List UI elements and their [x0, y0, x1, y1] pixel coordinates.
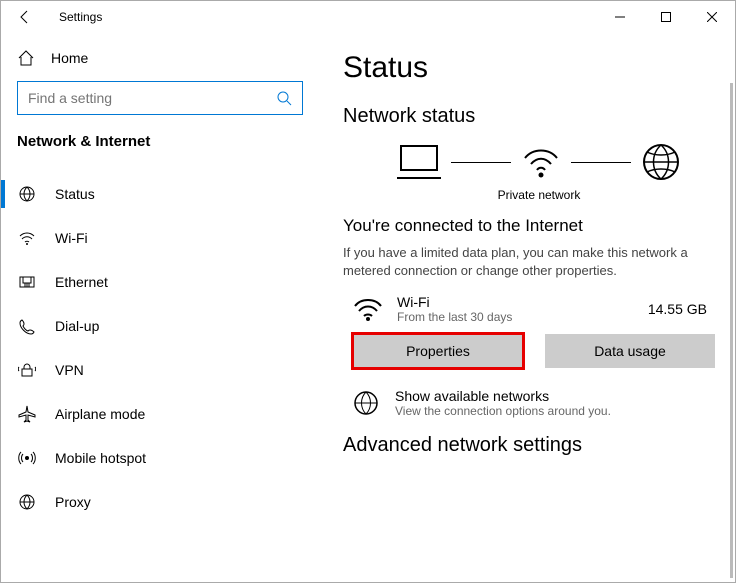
nav-label: Ethernet	[55, 274, 108, 290]
show-networks-sub: View the connection options around you.	[395, 404, 611, 418]
wifi-signal-icon	[521, 144, 561, 180]
pc-icon	[397, 144, 441, 180]
show-networks-title: Show available networks	[395, 388, 611, 404]
globe-icon	[353, 390, 379, 416]
dialup-icon	[17, 317, 37, 335]
section-header: Network & Internet	[1, 133, 319, 160]
section-title: Network status	[343, 105, 735, 128]
maximize-button[interactable]	[643, 1, 689, 33]
nav-label: Status	[55, 186, 95, 202]
nav-ethernet[interactable]: Ethernet	[1, 260, 319, 304]
hotspot-icon	[17, 449, 37, 467]
sidebar: Home Network & Internet Status	[1, 33, 319, 582]
globe-icon	[641, 142, 681, 182]
settings-window: Settings Home Network	[0, 0, 736, 583]
connected-description: If you have a limited data plan, you can…	[343, 244, 713, 280]
wifi-icon	[353, 296, 383, 322]
connector-line	[451, 162, 511, 163]
nav-dialup[interactable]: Dial-up	[1, 304, 319, 348]
connected-heading: You're connected to the Internet	[343, 216, 735, 236]
data-usage-button[interactable]: Data usage	[545, 334, 715, 368]
wifi-icon	[17, 229, 37, 247]
proxy-icon	[17, 493, 37, 511]
window-title: Settings	[59, 10, 102, 24]
status-icon	[17, 185, 37, 203]
nav-proxy[interactable]: Proxy	[1, 480, 319, 524]
search-icon	[276, 90, 292, 106]
close-button[interactable]	[689, 1, 735, 33]
connection-data: 14.55 GB	[648, 301, 707, 317]
connection-period: From the last 30 days	[397, 310, 512, 324]
nav-label: Proxy	[55, 494, 91, 510]
diagram-caption: Private network	[343, 188, 735, 202]
main-content: Status Network status Private network Yo…	[319, 33, 735, 582]
airplane-icon	[17, 405, 37, 423]
nav-airplane[interactable]: Airplane mode	[1, 392, 319, 436]
connection-row: Wi-Fi From the last 30 days 14.55 GB	[343, 294, 735, 324]
home-icon	[17, 49, 37, 67]
network-diagram	[343, 142, 735, 182]
nav-label: VPN	[55, 362, 84, 378]
show-networks-row[interactable]: Show available networks View the connect…	[343, 388, 735, 418]
scrollbar[interactable]	[730, 83, 733, 578]
nav-status[interactable]: Status	[1, 172, 319, 216]
search-field[interactable]	[28, 90, 276, 106]
nav-label: Airplane mode	[55, 406, 145, 422]
properties-button[interactable]: Properties	[353, 334, 523, 368]
minimize-button[interactable]	[597, 1, 643, 33]
nav-label: Mobile hotspot	[55, 450, 146, 466]
nav-hotspot[interactable]: Mobile hotspot	[1, 436, 319, 480]
page-title: Status	[343, 51, 735, 85]
nav-wifi[interactable]: Wi-Fi	[1, 216, 319, 260]
nav-label: Wi-Fi	[55, 230, 88, 246]
search-input[interactable]	[17, 81, 303, 115]
vpn-icon	[17, 361, 37, 379]
home-label: Home	[51, 50, 88, 66]
ethernet-icon	[17, 273, 37, 291]
nav-label: Dial-up	[55, 318, 99, 334]
connection-name: Wi-Fi	[397, 294, 512, 310]
advanced-settings-heading: Advanced network settings	[343, 434, 735, 457]
nav-vpn[interactable]: VPN	[1, 348, 319, 392]
home-nav[interactable]: Home	[1, 41, 319, 81]
titlebar: Settings	[1, 1, 735, 33]
back-button[interactable]	[17, 9, 41, 25]
connector-line	[571, 162, 631, 163]
nav-list: Status Wi-Fi Ethernet	[1, 172, 319, 524]
